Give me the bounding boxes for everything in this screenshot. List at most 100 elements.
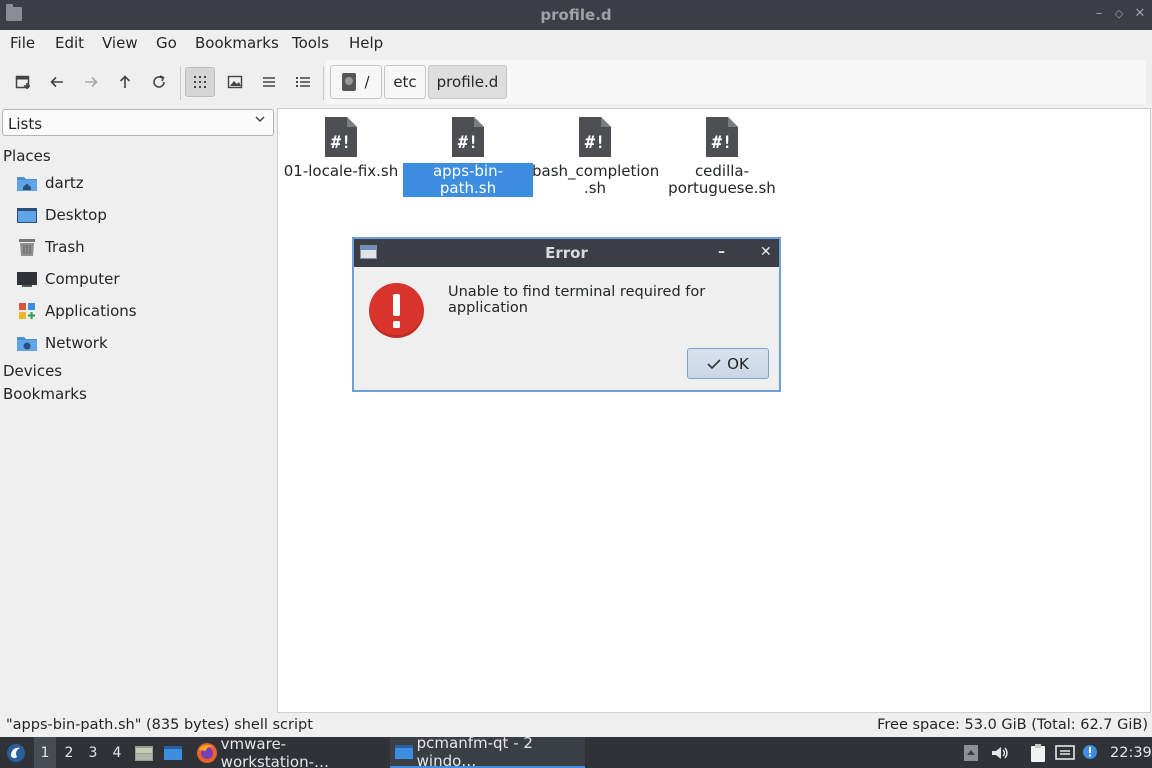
error-icon — [369, 283, 424, 338]
start-menu-button[interactable] — [4, 737, 28, 768]
desktop-4[interactable]: 4 — [106, 737, 128, 768]
shell-script-icon: #! — [325, 117, 357, 157]
drive-icon — [342, 73, 357, 91]
sidebar-item-label: dartz — [45, 174, 84, 192]
window-title: profile.d — [540, 6, 612, 24]
sidebar-item-desktop[interactable]: Desktop — [16, 202, 272, 228]
sidebar-item-applications[interactable]: Applications — [16, 298, 272, 324]
sidebar: Lists Places dartz Desktop Trash Compute… — [0, 108, 276, 713]
sidebar-item-trash[interactable]: Trash — [16, 234, 272, 260]
sidebar-item-label: Desktop — [45, 206, 107, 224]
chevron-down-icon — [254, 113, 266, 129]
close-button[interactable]: ✕ — [1131, 5, 1149, 23]
breadcrumb-root[interactable]: / — [330, 65, 382, 99]
sidebar-view-select[interactable]: Lists — [2, 109, 274, 136]
breadcrumb-etc[interactable]: etc — [384, 65, 426, 99]
computer-icon — [16, 269, 38, 289]
detailed-list-icon[interactable] — [288, 67, 318, 97]
menu-view[interactable]: View — [102, 34, 138, 52]
ok-button-label: OK — [727, 354, 749, 373]
task-label: vmware-workstation-… — [220, 734, 330, 768]
minimize-button[interactable]: – — [1090, 5, 1108, 23]
dialog-close-button[interactable]: ✕ — [760, 244, 772, 260]
places-header[interactable]: Places — [3, 147, 51, 165]
reload-icon[interactable] — [144, 67, 174, 97]
network-tray-button[interactable] — [1055, 737, 1075, 768]
clipboard-button[interactable] — [1029, 737, 1047, 768]
devices-header[interactable]: Devices — [3, 362, 62, 380]
forward-icon[interactable] — [76, 67, 106, 97]
breadcrumb-root-label: / — [364, 73, 370, 91]
menu-help[interactable]: Help — [349, 34, 383, 52]
dialog-title: Error — [545, 244, 588, 262]
sidebar-item-label: Computer — [45, 270, 120, 288]
icon-view-icon[interactable] — [185, 67, 215, 97]
window-titlebar: profile.d – ◇ ✕ — [0, 0, 1152, 30]
file-manager-launcher[interactable] — [134, 737, 154, 768]
file-view[interactable]: #! 01-locale-fix.sh #! apps-bin-path.sh … — [277, 108, 1151, 713]
show-desktop-button[interactable] — [163, 737, 183, 768]
desktop-2[interactable]: 2 — [58, 737, 80, 768]
svg-text:#!: #! — [712, 133, 732, 153]
shell-script-icon: #! — [706, 117, 738, 157]
lxqt-menu-icon — [7, 743, 25, 762]
clock[interactable]: 22:39 — [1110, 737, 1152, 768]
file-name: 01-locale-fix.sh — [283, 162, 399, 180]
breadcrumb-profile-d[interactable]: profile.d — [428, 65, 507, 99]
task-pcmanfm[interactable]: pcmanfm-qt - 2 windo… — [390, 733, 585, 768]
network-icon — [16, 333, 38, 353]
folder-window-icon — [395, 744, 413, 759]
clipboard-icon — [1031, 743, 1045, 762]
sidebar-item-label: Network — [45, 334, 108, 352]
menu-edit[interactable]: Edit — [55, 34, 84, 52]
desktop-3[interactable]: 3 — [82, 737, 104, 768]
show-desktop-icon — [164, 745, 182, 760]
sidebar-item-dartz[interactable]: dartz — [16, 170, 272, 196]
menu-file[interactable]: File — [10, 34, 35, 52]
file-item[interactable]: #! cedilla- portuguese.sh — [657, 115, 787, 197]
task-label: pcmanfm-qt - 2 windo… — [416, 733, 533, 768]
file-item[interactable]: #! apps-bin-path.sh — [403, 115, 533, 197]
compact-view-icon[interactable] — [254, 67, 284, 97]
sidebar-item-label: Applications — [45, 302, 137, 320]
menu-tools[interactable]: Tools — [292, 34, 329, 52]
sidebar-view-select-value: Lists — [8, 115, 43, 133]
volume-button[interactable] — [990, 737, 1010, 768]
notification-button[interactable] — [1081, 737, 1099, 768]
tray-expand-icon — [964, 744, 978, 761]
file-item[interactable]: #! bash_completion .sh — [530, 115, 660, 197]
file-name: cedilla- — [694, 162, 750, 180]
menu-go[interactable]: Go — [156, 34, 177, 52]
desktop-icon — [16, 205, 38, 225]
volume-icon — [992, 746, 1008, 759]
file-name: apps-bin-path.sh — [403, 163, 533, 197]
back-icon[interactable] — [42, 67, 72, 97]
notification-icon — [1083, 744, 1097, 759]
error-dialog: Error – ✕ Unable to find terminal requir… — [352, 237, 781, 392]
svg-text:#!: #! — [458, 133, 478, 153]
task-vmware[interactable]: vmware-workstation-… — [192, 734, 384, 768]
new-tab-icon[interactable] — [8, 67, 38, 97]
thumbnail-view-icon[interactable] — [220, 67, 250, 97]
status-free-space: Free space: 53.0 GiB (Total: 62.7 GiB) — [877, 717, 1148, 733]
dialog-titlebar: Error – ✕ — [354, 239, 779, 267]
tray-up-arrow[interactable] — [963, 737, 979, 768]
file-name-line2: .sh — [583, 179, 607, 197]
ok-button[interactable]: OK — [687, 348, 769, 379]
up-icon[interactable] — [110, 67, 140, 97]
file-cabinet-icon — [135, 745, 153, 761]
home-folder-icon — [16, 173, 38, 193]
bookmarks-header[interactable]: Bookmarks — [3, 385, 87, 403]
svg-text:#!: #! — [331, 133, 351, 153]
desktop-1[interactable]: 1 — [34, 737, 56, 768]
file-item[interactable]: #! 01-locale-fix.sh — [276, 115, 406, 180]
file-name: bash_completion — [532, 162, 660, 180]
menu-bookmarks[interactable]: Bookmarks — [195, 34, 279, 52]
dialog-minimize-button[interactable]: – — [718, 244, 725, 260]
path-bar: / etc profile.d — [326, 60, 1146, 104]
sidebar-item-computer[interactable]: Computer — [16, 266, 272, 292]
sidebar-item-network[interactable]: Network — [16, 330, 272, 356]
trash-icon — [16, 237, 38, 257]
maximize-button[interactable]: ◇ — [1110, 5, 1128, 23]
taskbar: 1 2 3 4 vmware-workstation-… pcmanfm-qt … — [0, 733, 1152, 768]
